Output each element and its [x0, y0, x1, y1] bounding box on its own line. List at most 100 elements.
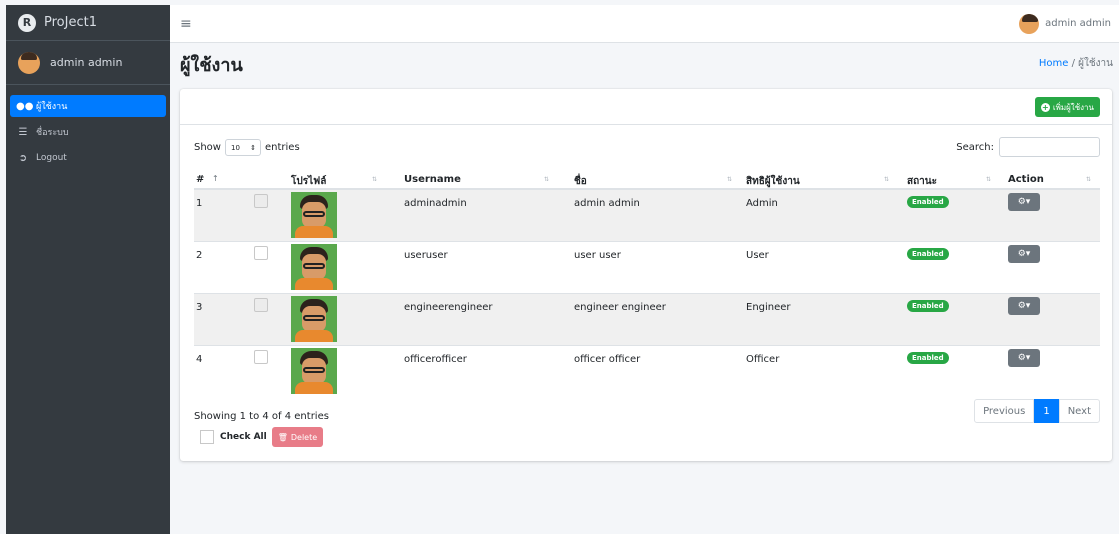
add-user-button[interactable]: + เพิ่มผู้ใช้งาน [1034, 97, 1100, 117]
sidebar: R ProJect1 admin admin ●● ผู้ใช้งาน ☰ ชื… [6, 5, 170, 534]
sidebar-item-system-name[interactable]: ☰ ชื่อระบบ [10, 121, 166, 143]
action-dropdown-button[interactable]: ⚙▾ [1008, 349, 1040, 367]
pagination: Previous 1 Next [974, 399, 1100, 423]
row-checkbox[interactable] [254, 350, 268, 364]
gear-icon: ⚙▾ [1017, 353, 1031, 363]
table-header: # ↑ โปรไฟล์ ⇅ Username ⇅ ชื่อ ⇅ สิทธิผู้… [194, 170, 1100, 190]
table-row: 1 adminadmin admin admin Admin Enabled ⚙… [194, 190, 1100, 242]
search: Search: [956, 137, 1100, 157]
row-number: 1 [196, 198, 203, 209]
sort-arrows-icon: ⇕ [250, 143, 256, 152]
username-cell: engineerengineer [404, 302, 493, 313]
entries-label: entries [264, 142, 300, 153]
profile-avatar [291, 296, 337, 342]
column-header-status[interactable]: สถานะ [907, 174, 937, 189]
users-icon: ●● [16, 100, 34, 112]
row-number: 4 [196, 354, 203, 365]
sort-icon: ⇅ [884, 176, 890, 183]
column-header-action[interactable]: Action [1008, 174, 1044, 185]
next-page-button[interactable]: Next [1058, 399, 1100, 423]
profile-avatar [291, 348, 337, 394]
role-cell: User [746, 250, 769, 261]
user-panel[interactable]: admin admin [6, 41, 170, 85]
profile-avatar [291, 244, 337, 290]
brand-link[interactable]: R ProJect1 [6, 5, 170, 41]
status-badge: Enabled [907, 300, 949, 312]
status-badge: Enabled [907, 352, 949, 364]
page-title: ผู้ใช้งาน [180, 55, 243, 76]
users-table: # ↑ โปรไฟล์ ⇅ Username ⇅ ชื่อ ⇅ สิทธิผู้… [194, 170, 1100, 398]
brand-logo-icon: R [18, 13, 36, 32]
avatar [18, 51, 40, 74]
sign-out-icon: ➲ [18, 152, 28, 164]
page-length-value: 10 [230, 143, 240, 152]
breadcrumb-home-link[interactable]: Home [1039, 58, 1069, 69]
top-navbar: ≡ admin admin [170, 5, 1119, 43]
show-label: Show [194, 142, 221, 153]
brand-name: ProJect1 [44, 15, 97, 30]
trash-icon: 🗑 [277, 432, 288, 442]
top-user-menu[interactable]: admin admin [1019, 13, 1111, 34]
page-1-button[interactable]: 1 [1034, 399, 1059, 423]
search-label: Search: [956, 141, 994, 153]
sidebar-item-logout[interactable]: ➲ Logout [10, 147, 166, 169]
add-user-label: เพิ่มผู้ใช้งาน [1052, 102, 1094, 112]
status-badge: Enabled [907, 248, 949, 260]
name-cell: officer officer [574, 354, 641, 365]
action-dropdown-button[interactable]: ⚙▾ [1008, 297, 1040, 315]
username-cell: useruser [404, 250, 448, 261]
gear-icon: ⚙▾ [1017, 197, 1031, 207]
avatar [1019, 13, 1040, 34]
name-cell: user user [574, 250, 621, 261]
check-all-checkbox[interactable] [200, 430, 214, 444]
sort-icon: ⇅ [1086, 176, 1092, 183]
sidebar-user-name: admin admin [50, 56, 123, 69]
page-length-select[interactable]: 10 ⇕ [224, 139, 261, 156]
profile-avatar [291, 192, 337, 238]
username-cell: officerofficer [404, 354, 467, 365]
search-input[interactable] [999, 137, 1100, 157]
column-header-role[interactable]: สิทธิผู้ใช้งาน [746, 174, 800, 189]
role-cell: Admin [746, 198, 778, 209]
role-cell: Officer [746, 354, 780, 365]
sort-icon: ⇅ [544, 176, 550, 183]
show-entries: Show 10 ⇕ entries [194, 139, 300, 156]
sort-asc-icon: ↑ [212, 174, 219, 183]
sidebar-nav: ●● ผู้ใช้งาน ☰ ชื่อระบบ ➲ Logout [6, 85, 170, 169]
action-dropdown-button[interactable]: ⚙▾ [1008, 193, 1040, 211]
card-header: + เพิ่มผู้ใช้งาน [180, 89, 1112, 125]
list-icon: ☰ [18, 126, 28, 138]
sort-icon: ⇅ [372, 176, 378, 183]
column-header-number[interactable]: # [196, 174, 204, 185]
content-header: ผู้ใช้งาน Home / ผู้ใช้งาน [180, 50, 1115, 80]
column-header-username[interactable]: Username [404, 174, 461, 185]
name-cell: admin admin [574, 198, 640, 209]
name-cell: engineer engineer [574, 302, 666, 313]
users-card: + เพิ่มผู้ใช้งาน Show 10 ⇕ entries Searc… [180, 89, 1112, 461]
top-user-name: admin admin [1045, 18, 1111, 29]
row-number: 3 [196, 302, 203, 313]
sort-icon: ⇅ [986, 176, 992, 183]
username-cell: adminadmin [404, 198, 467, 209]
table-row: 3 engineerengineer engineer engineer Eng… [194, 294, 1100, 346]
row-checkbox[interactable] [254, 194, 268, 208]
menu-toggle-icon[interactable]: ≡ [180, 16, 192, 32]
column-header-name[interactable]: ชื่อ [574, 174, 587, 189]
table-row: 2 useruser user user User Enabled ⚙▾ [194, 242, 1100, 294]
bulk-actions: Check All 🗑 Delete [200, 427, 324, 447]
action-dropdown-button[interactable]: ⚙▾ [1008, 245, 1040, 263]
gear-icon: ⚙▾ [1017, 301, 1031, 311]
column-header-profile[interactable]: โปรไฟล์ [291, 174, 326, 189]
sidebar-item-label: ชื่อระบบ [36, 128, 69, 138]
role-cell: Engineer [746, 302, 791, 313]
previous-page-button[interactable]: Previous [974, 399, 1035, 423]
sidebar-item-users[interactable]: ●● ผู้ใช้งาน [10, 95, 166, 117]
delete-button[interactable]: 🗑 Delete [271, 427, 324, 447]
row-checkbox[interactable] [254, 246, 268, 260]
check-all-label[interactable]: Check All [220, 432, 267, 442]
sidebar-item-label: Logout [36, 153, 67, 163]
plus-circle-icon: + [1040, 102, 1050, 112]
table-info: Showing 1 to 4 of 4 entries [194, 411, 329, 422]
breadcrumb-current: ผู้ใช้งาน [1078, 58, 1113, 69]
row-checkbox[interactable] [254, 298, 268, 312]
